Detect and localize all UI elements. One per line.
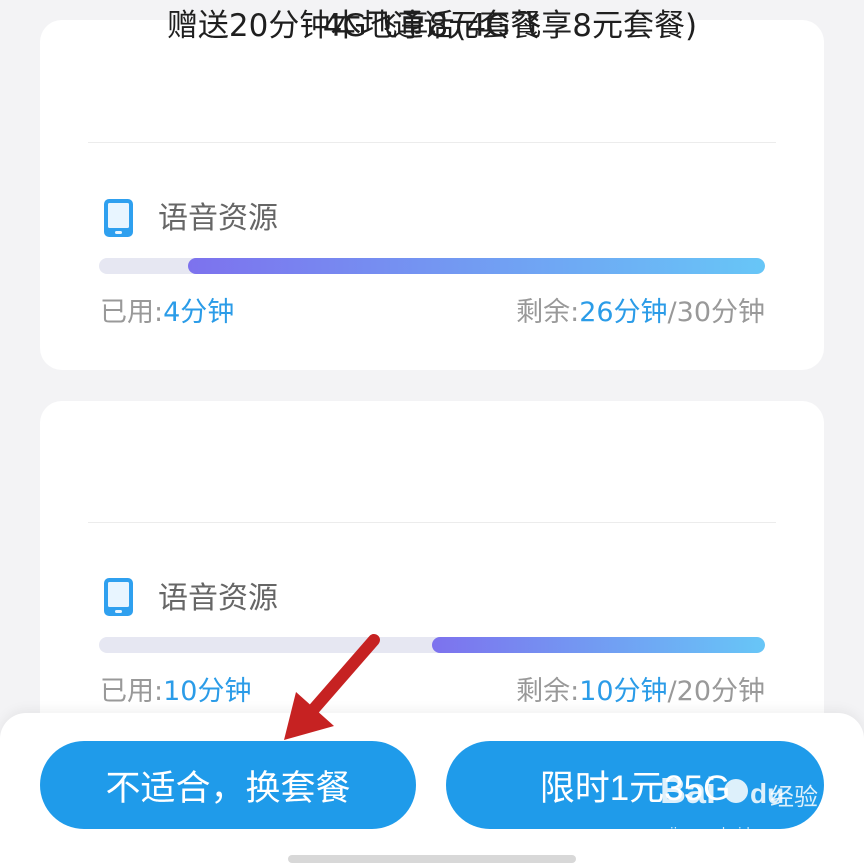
baidu-jingyan-watermark: Bai du 经验 jingyan.baidu.com: [660, 770, 818, 841]
watermark-cn: 经验: [770, 783, 818, 811]
divider: [88, 142, 776, 143]
usage-remaining-fill: [187, 258, 765, 274]
used-label: 已用:: [100, 297, 164, 328]
used-value: 4分钟: [163, 297, 235, 328]
total-value: /20分钟: [667, 676, 765, 707]
home-indicator: [288, 855, 576, 863]
remain-label: 剩余:: [516, 676, 580, 707]
usage-progress-bar: [99, 258, 765, 274]
phone-icon: [104, 578, 133, 616]
watermark-brand: Bai: [660, 770, 716, 811]
resource-label: 语音资源: [158, 581, 278, 616]
remain-label: 剩余:: [516, 297, 580, 328]
package-title: 赠送20分钟本地通话(4G飞享8元套餐): [166, 8, 698, 44]
divider: [88, 522, 776, 523]
resource-label: 语音资源: [158, 201, 278, 236]
remain-value: 26分钟: [579, 297, 668, 328]
usage-progress-bar: [99, 637, 765, 653]
usage-remaining-fill: [432, 637, 765, 653]
watermark-url: jingyan.baidu.com: [669, 826, 790, 841]
total-value: /30分钟: [667, 297, 765, 328]
used-stat: 已用:4分钟: [100, 296, 234, 330]
used-label: 已用:: [100, 676, 164, 707]
phone-icon: [104, 199, 133, 237]
used-value: 10分钟: [163, 676, 252, 707]
remaining-stat: 剩余:26分钟/30分钟: [516, 296, 765, 330]
change-package-button[interactable]: 不适合，换套餐: [40, 741, 416, 829]
used-stat: 已用:10分钟: [100, 675, 251, 709]
remain-value: 10分钟: [579, 676, 668, 707]
annotation-arrow-icon: [284, 634, 380, 740]
remaining-stat: 剩余:10分钟/20分钟: [516, 675, 765, 709]
